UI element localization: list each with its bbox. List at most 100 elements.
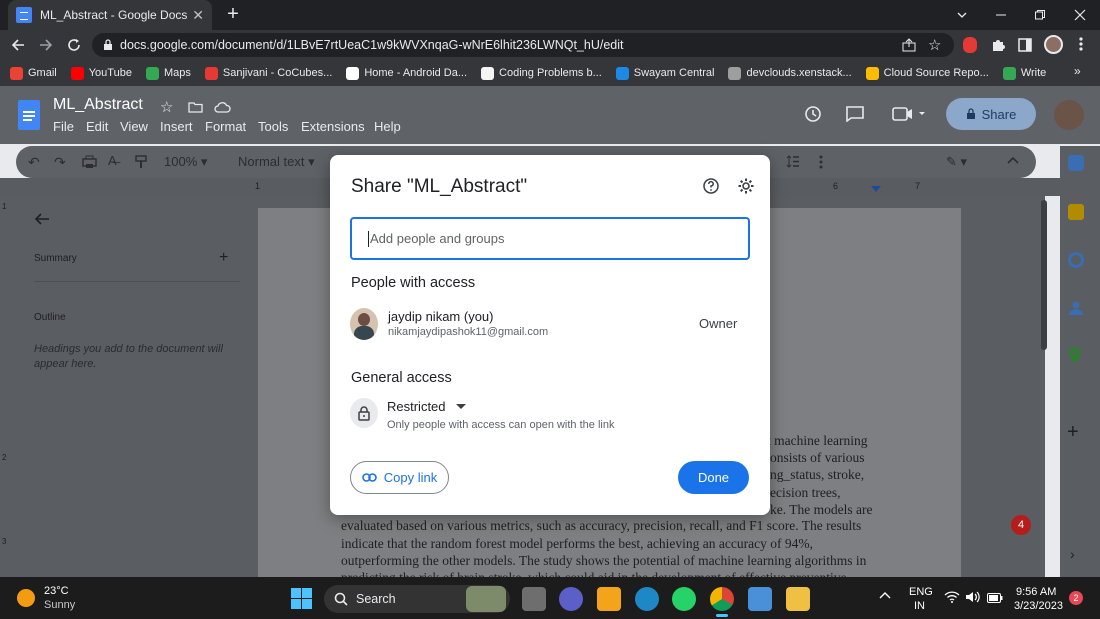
menu-item-insert[interactable]: Insert: [160, 119, 193, 134]
move-folder-icon[interactable]: [188, 101, 203, 113]
menu-item-tools[interactable]: Tools: [258, 119, 288, 134]
bookmark-item[interactable]: Write: [1002, 66, 1046, 80]
share-page-icon[interactable]: [901, 37, 917, 53]
new-tab-icon[interactable]: +: [222, 4, 244, 26]
forward-arrow-icon[interactable]: [32, 30, 60, 60]
more-options-icon[interactable]: [819, 155, 823, 169]
copy-link-button[interactable]: Copy link: [350, 461, 449, 494]
cloud-status-icon[interactable]: [214, 101, 231, 113]
document-title[interactable]: ML_Abstract: [53, 96, 143, 114]
zoom-select[interactable]: 100% ▾: [164, 154, 207, 170]
meet-camera-icon[interactable]: [892, 107, 926, 121]
extensions-puzzle-icon[interactable]: [990, 37, 1006, 53]
add-people-input[interactable]: Add people and groups: [350, 217, 750, 260]
menu-item-file[interactable]: File: [53, 119, 74, 134]
account-avatar[interactable]: [1054, 100, 1084, 130]
menu-item-view[interactable]: View: [120, 119, 148, 134]
add-people-placeholder: Add people and groups: [370, 231, 505, 246]
expand-panel-icon[interactable]: ›: [1070, 546, 1075, 562]
tab-search-icon[interactable]: [942, 0, 982, 30]
close-window-icon[interactable]: [1060, 0, 1100, 30]
volume-icon[interactable]: [965, 591, 981, 603]
search-label: Search: [356, 592, 396, 606]
bookmark-item[interactable]: Cloud Source Repo...: [865, 66, 989, 80]
bookmark-item[interactable]: Home - Android Da...: [346, 66, 467, 80]
redo-icon[interactable]: ↷: [54, 154, 66, 171]
access-level-dropdown[interactable]: Restricted: [387, 399, 466, 414]
settings-gear-icon[interactable]: [737, 177, 755, 195]
side-panel-icon[interactable]: [1018, 38, 1032, 52]
notification-count-badge[interactable]: 2: [1069, 591, 1083, 605]
restore-icon[interactable]: [1020, 0, 1060, 30]
style-value: Normal text: [238, 154, 305, 169]
undo-icon[interactable]: ↶: [28, 154, 40, 171]
weather-sun-icon[interactable]: [17, 589, 35, 607]
maps-pin-icon[interactable]: [1068, 347, 1082, 365]
keep-icon[interactable]: [1068, 204, 1084, 220]
owner-avatar: [350, 308, 378, 340]
bookmark-star-icon[interactable]: ☆: [928, 36, 941, 54]
close-outline-arrow-icon[interactable]: [34, 212, 50, 226]
tasks-icon[interactable]: [1068, 252, 1084, 268]
language-line-1[interactable]: ENG: [909, 586, 933, 598]
task-view-icon[interactable]: [522, 587, 546, 611]
collapse-menus-icon[interactable]: [1006, 155, 1020, 165]
reload-icon[interactable]: [60, 30, 88, 60]
edge-icon[interactable]: [635, 587, 659, 611]
profile-avatar[interactable]: [1044, 35, 1063, 54]
calendar-icon[interactable]: [1068, 155, 1084, 171]
menu-item-format[interactable]: Format: [205, 119, 246, 134]
file-explorer-icon[interactable]: [786, 587, 810, 611]
start-windows-icon[interactable]: [291, 588, 312, 609]
chrome-menu-icon[interactable]: [1078, 36, 1084, 52]
paint-format-icon[interactable]: [135, 155, 149, 169]
vertical-scrollbar[interactable]: [1041, 200, 1047, 350]
battery-icon[interactable]: [987, 593, 1003, 603]
comments-icon[interactable]: [846, 106, 864, 122]
done-button[interactable]: Done: [678, 461, 749, 494]
show-hidden-icons[interactable]: [879, 591, 891, 599]
right-indent-marker[interactable]: [871, 186, 881, 192]
whatsapp-icon[interactable]: [672, 587, 696, 611]
add-summary-icon[interactable]: +: [219, 249, 228, 267]
bookmark-item[interactable]: Gmail: [10, 66, 57, 80]
minimize-icon[interactable]: [981, 0, 1021, 30]
tab-close-icon[interactable]: ✕: [192, 7, 204, 24]
bookmark-item[interactable]: Maps: [145, 66, 191, 80]
docs-logo-icon[interactable]: [18, 100, 40, 130]
bookmark-item[interactable]: YouTube: [70, 66, 132, 80]
bookmark-item[interactable]: Sanjivani - CoCubes...: [204, 66, 332, 80]
clock-time[interactable]: 9:56 AM: [1016, 586, 1056, 598]
bookmark-item[interactable]: devclouds.xenstack...: [728, 66, 852, 80]
editing-mode-icon[interactable]: ✎ ▾: [946, 154, 967, 170]
menu-item-extensions[interactable]: Extensions: [301, 119, 365, 134]
spellcheck-icon[interactable]: A̶: [108, 153, 117, 168]
chrome-icon[interactable]: [710, 587, 734, 611]
print-icon[interactable]: [82, 155, 97, 169]
extension-red-icon[interactable]: [963, 37, 977, 53]
notification-badge-icon[interactable]: 4: [1011, 515, 1031, 535]
bookmark-favicon-icon: [145, 66, 159, 80]
bookmarks-overflow-icon[interactable]: »: [1074, 64, 1081, 78]
contacts-icon[interactable]: [1068, 300, 1084, 316]
wifi-icon[interactable]: [944, 591, 960, 603]
star-icon[interactable]: ☆: [160, 98, 173, 116]
menu-item-edit[interactable]: Edit: [86, 119, 108, 134]
line-spacing-icon[interactable]: [786, 155, 800, 168]
microsoft-store-icon[interactable]: [597, 587, 621, 611]
bookmark-item[interactable]: Swayam Central: [615, 66, 714, 80]
body-line: ecision trees,: [770, 485, 841, 500]
bookmark-item[interactable]: Coding Problems b...: [481, 66, 602, 80]
browser-tab[interactable]: ML_Abstract - Google Docs ✕: [8, 0, 212, 30]
notepad-icon[interactable]: [748, 587, 772, 611]
version-history-icon[interactable]: [804, 105, 822, 123]
chat-icon[interactable]: [559, 587, 583, 611]
share-button[interactable]: Share: [946, 98, 1036, 130]
add-addon-icon[interactable]: +: [1067, 421, 1079, 444]
menu-item-help[interactable]: Help: [374, 119, 401, 134]
address-bar[interactable]: docs.google.com/document/d/1LBvE7rtUeaC1…: [92, 33, 954, 57]
help-icon[interactable]: [703, 178, 719, 194]
zoom-value: 100%: [164, 154, 198, 169]
back-arrow-icon[interactable]: [4, 30, 32, 60]
style-select[interactable]: Normal text ▾: [238, 154, 315, 170]
